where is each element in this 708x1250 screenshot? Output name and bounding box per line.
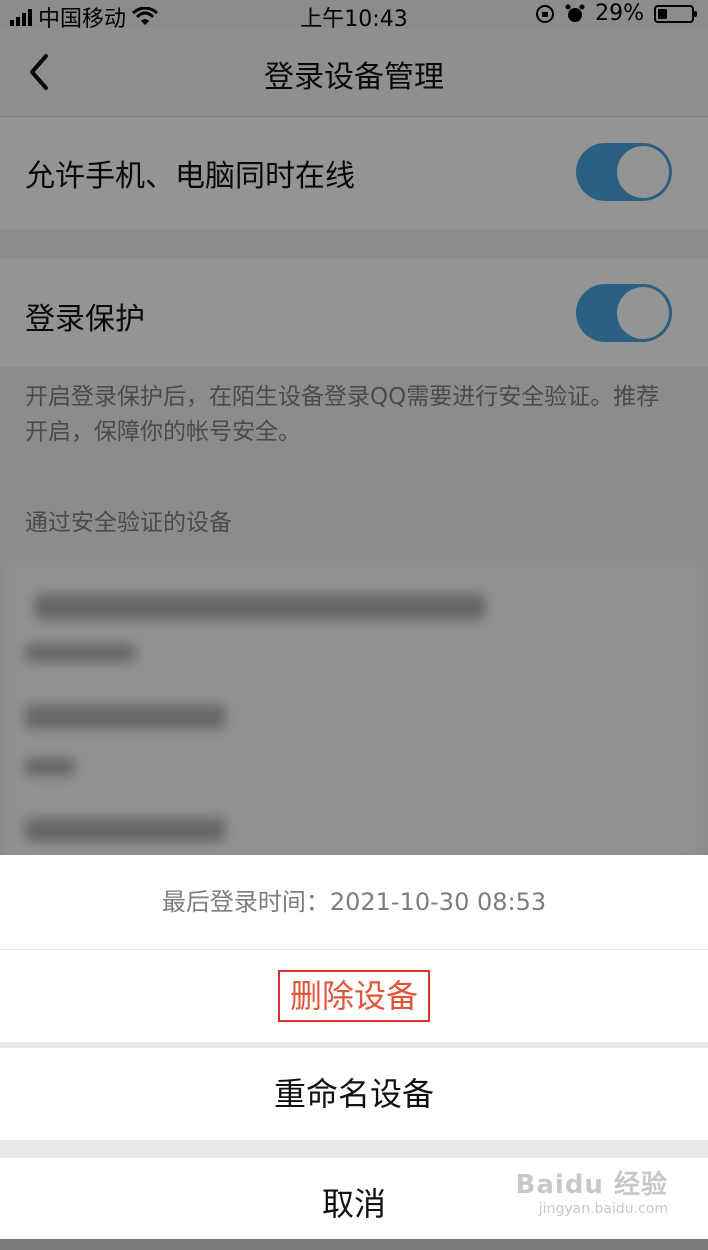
watermark-brand: Baidu 经验	[515, 1170, 668, 1200]
action-sheet: 最后登录时间：2021-10-30 08:53 删除设备 重命名设备 取消 Ba…	[0, 855, 708, 1239]
baidu-watermark: Baidu 经验 jingyan.baidu.com	[516, 1164, 668, 1217]
watermark-url: jingyan.baidu.com	[538, 1201, 668, 1217]
delete-device-button[interactable]: 删除设备	[0, 950, 708, 1042]
rename-device-button[interactable]: 重命名设备	[0, 1048, 708, 1140]
delete-device-label: 删除设备	[277, 970, 430, 1022]
last-login-time: 最后登录时间：2021-10-30 08:53	[0, 855, 708, 949]
